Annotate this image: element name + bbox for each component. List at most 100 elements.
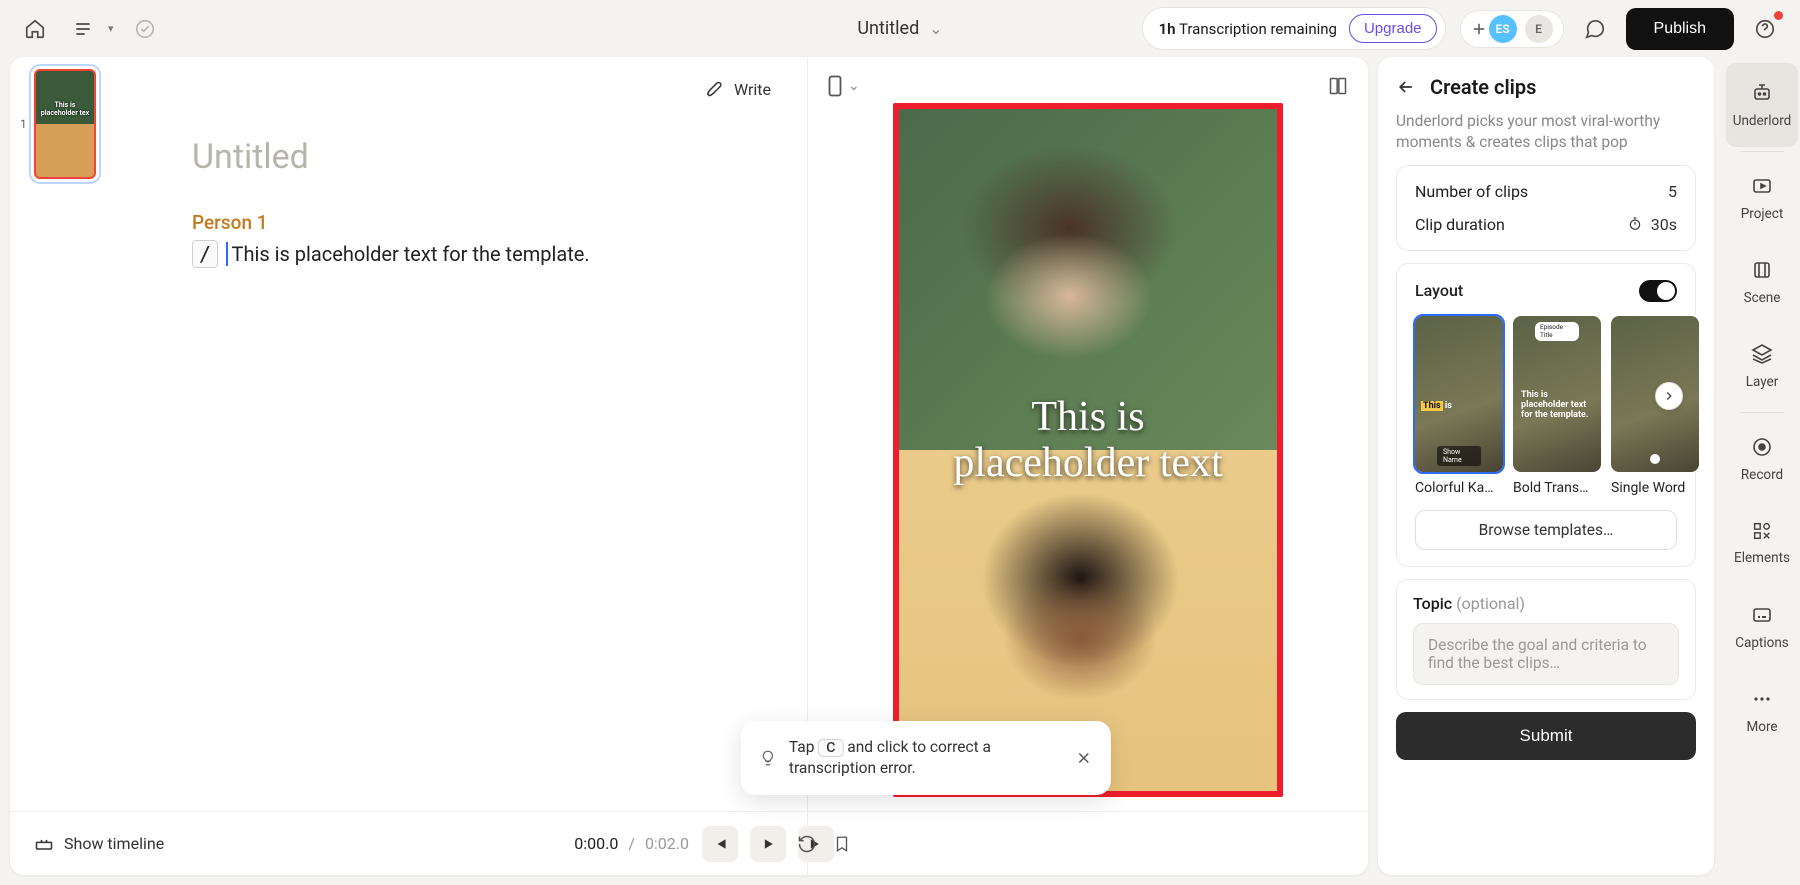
tip-text: Tap C and click to correct a transcripti… [789, 737, 1063, 779]
transcription-remaining: 1h Transcription remaining Upgrade [1142, 7, 1446, 50]
rail-label: More [1746, 719, 1777, 735]
layout-thumb[interactable]: This is Show Name [1415, 316, 1503, 472]
home-icon[interactable] [18, 12, 52, 46]
aspect-ratio-button[interactable]: ⌄ [828, 75, 860, 97]
menu-caret-icon[interactable]: ▾ [108, 22, 114, 35]
transcript-line[interactable]: / This is placeholder text for the templ… [192, 240, 771, 268]
main: 1 This isplaceholder tex Write Untitled … [10, 57, 1800, 875]
notification-dot [1774, 11, 1783, 20]
layout-templates: This is Show Name Colorful Ka… Episode T… [1415, 316, 1677, 496]
back-icon[interactable] [1396, 77, 1416, 97]
help-icon[interactable] [1748, 12, 1782, 46]
play-button[interactable] [750, 826, 786, 862]
time-current: 0:00.0 [574, 834, 618, 853]
rail-layer[interactable]: Layer [1726, 324, 1798, 408]
slash-command-hint: / [192, 240, 218, 268]
fit-to-screen-icon[interactable] [1328, 76, 1348, 96]
num-clips-label: Number of clips [1415, 182, 1528, 201]
rail-more[interactable]: More [1726, 669, 1798, 753]
time-duration: 0:02.0 [645, 834, 689, 853]
loop-icon[interactable] [797, 834, 817, 854]
scene-thumb[interactable]: 1 This isplaceholder tex [20, 69, 120, 179]
avatar: E [1525, 15, 1553, 43]
keyboard-key: C [818, 739, 843, 757]
layout-caption: This is placeholder text for the templat… [1521, 391, 1595, 421]
transcript-editor: Write Untitled Person 1 / This is placeh… [130, 57, 808, 875]
layout-badge: Show Name [1437, 446, 1481, 466]
rail-underlord[interactable]: Underlord [1726, 63, 1798, 147]
layout-section: Layout This is Show Name Colorful Ka… Ep… [1396, 263, 1696, 567]
rail-label: Elements [1734, 550, 1790, 566]
submit-button[interactable]: Submit [1396, 712, 1696, 760]
clip-settings-section: Number of clips 5 Clip duration 30s [1396, 165, 1696, 251]
transcription-prefix: 1h [1159, 20, 1176, 38]
layout-top-badge: Episode Title [1535, 322, 1579, 341]
speaker-label[interactable]: Person 1 [192, 211, 771, 234]
doc-title-text: Untitled [857, 18, 919, 39]
next-templates-icon[interactable] [1655, 382, 1683, 410]
write-button[interactable]: Write [706, 79, 771, 99]
layout-option[interactable]: Episode Title This is placeholder text f… [1513, 316, 1601, 496]
left-panel: 1 This isplaceholder tex Write Untitled … [10, 57, 1368, 875]
collaborators[interactable]: ES E [1460, 10, 1564, 48]
bookmark-icon[interactable] [833, 834, 851, 854]
caption-overlay: This is placeholder text [899, 395, 1277, 486]
write-label: Write [734, 80, 771, 99]
thumb-mini-caption: This isplaceholder tex [36, 101, 94, 117]
topic-input[interactable]: Describe the goal and criteria to find t… [1413, 623, 1679, 685]
chevron-down-icon: ⌄ [929, 19, 942, 38]
extra-controls [797, 834, 851, 854]
clip-duration-label: Clip duration [1415, 215, 1505, 234]
rail-label: Project [1741, 206, 1784, 222]
time-sep: / [628, 834, 635, 853]
scene-thumbnail[interactable]: This isplaceholder tex [34, 69, 96, 179]
rail-label: Record [1741, 467, 1783, 483]
caption-line: This is [913, 395, 1263, 440]
layout-toggle[interactable] [1639, 280, 1677, 302]
dot-icon [1650, 454, 1660, 464]
text-cursor [226, 242, 228, 266]
rail-label: Underlord [1733, 113, 1792, 129]
caption-line: placeholder text [913, 441, 1263, 486]
avatar: ES [1489, 15, 1517, 43]
menu-icon[interactable] [66, 12, 100, 46]
rail-label: Scene [1744, 290, 1781, 306]
sync-status-icon [128, 12, 162, 46]
layout-name: Colorful Ka… [1415, 480, 1503, 496]
video-preview[interactable]: ⌘ This is placeholder text [893, 103, 1283, 797]
lightbulb-icon [759, 747, 777, 769]
publish-button[interactable]: Publish [1626, 8, 1734, 50]
clip-duration-row[interactable]: Clip duration 30s [1415, 215, 1677, 234]
browse-templates-button[interactable]: Browse templates… [1415, 510, 1677, 550]
layout-thumb[interactable]: Episode Title This is placeholder text f… [1513, 316, 1601, 472]
transcript-text[interactable]: This is placeholder text for the templat… [232, 242, 590, 266]
clip-duration-value: 30s [1651, 215, 1677, 234]
layout-option[interactable]: Single Word [1611, 316, 1699, 496]
rail-project[interactable]: Project [1726, 156, 1798, 240]
close-icon[interactable] [1075, 749, 1093, 767]
top-bar: ▾ Untitled ⌄ 1h Transcription remaining … [0, 0, 1800, 57]
scene-number: 1 [20, 117, 28, 131]
topic-label: Topic (optional) [1413, 594, 1679, 613]
upgrade-button[interactable]: Upgrade [1349, 14, 1437, 43]
panel-description: Underlord picks your most viral-worthy m… [1396, 111, 1696, 153]
playback-bar: Show timeline 0:00.0 / 0:02.0 [10, 811, 1368, 875]
layout-name: Bold Trans… [1513, 480, 1601, 496]
layout-option[interactable]: This is Show Name Colorful Ka… [1415, 316, 1503, 496]
skip-back-button[interactable] [702, 826, 738, 862]
number-of-clips-row[interactable]: Number of clips 5 [1415, 182, 1677, 201]
show-timeline-button[interactable]: Show timeline [34, 834, 164, 854]
doc-title-dropdown[interactable]: Untitled ⌄ [857, 18, 942, 39]
transcription-text: Transcription remaining [1179, 20, 1337, 38]
stopwatch-icon [1627, 216, 1643, 232]
chevron-down-icon: ⌄ [848, 78, 860, 94]
rail-elements[interactable]: Elements [1726, 501, 1798, 585]
rail-scene[interactable]: Scene [1726, 240, 1798, 324]
rail-captions[interactable]: Captions [1726, 585, 1798, 669]
topic-section: Topic (optional) Describe the goal and c… [1396, 579, 1696, 700]
scene-thumb-strip: 1 This isplaceholder tex [10, 57, 130, 875]
layout-name: Single Word [1611, 480, 1699, 496]
chat-icon[interactable] [1578, 12, 1612, 46]
rail-record[interactable]: Record [1726, 417, 1798, 501]
doc-heading[interactable]: Untitled [192, 137, 771, 177]
